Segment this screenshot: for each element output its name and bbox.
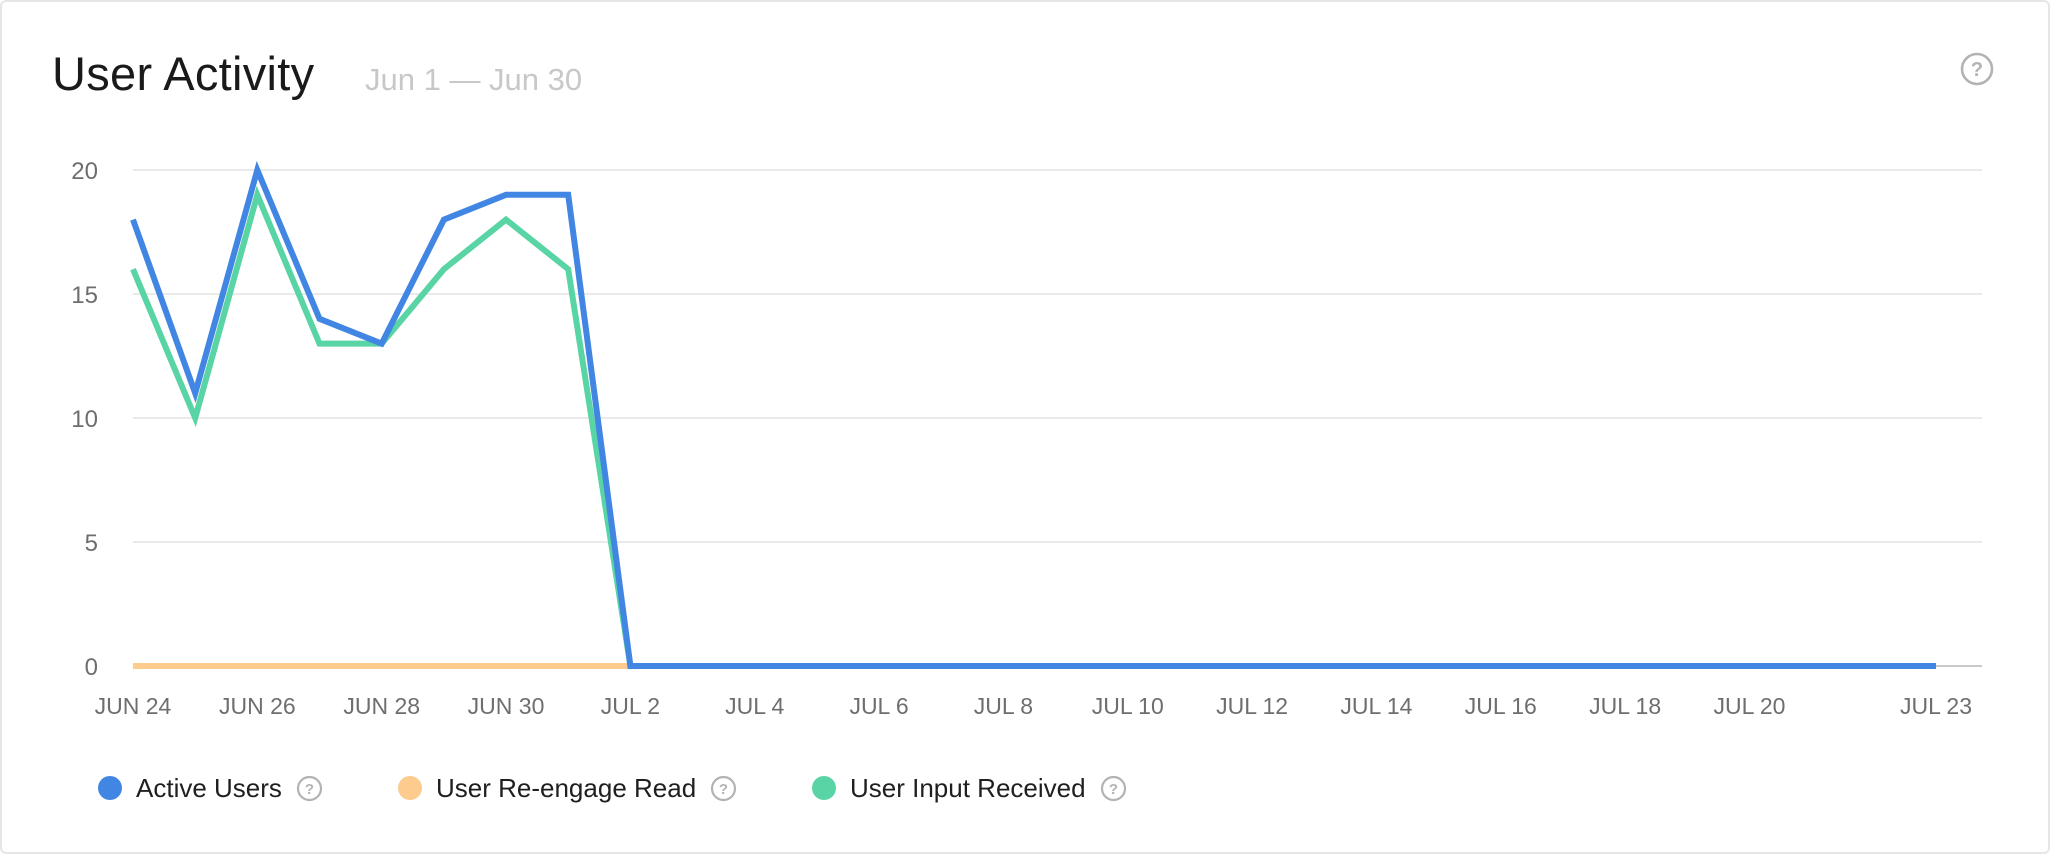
- x-tick-label: JUL 16: [1465, 693, 1537, 719]
- x-tick-label: JUL 6: [849, 693, 908, 719]
- x-tick-label: JUL 18: [1589, 693, 1661, 719]
- y-tick-label: 0: [85, 654, 98, 681]
- svg-text:?: ?: [1108, 781, 1117, 798]
- legend-item-user-input-received[interactable]: User Input Received ?: [812, 770, 1127, 806]
- x-tick-label: JUL 14: [1340, 693, 1412, 719]
- x-tick-label: JUN 26: [219, 693, 296, 719]
- line-chart: 05101520 JUN 24 JUN 26 JUN 28 JUN 30 JUL 2 JU…: [71, 158, 1982, 719]
- svg-text:?: ?: [305, 781, 314, 798]
- svg-text:?: ?: [719, 781, 728, 798]
- x-tick-label: JUL 4: [725, 693, 784, 719]
- y-axis-ticks: 0 5 10 15 20: [71, 158, 98, 681]
- help-icon[interactable]: ?: [1100, 775, 1127, 802]
- help-icon[interactable]: ?: [710, 775, 737, 802]
- x-tick-label: JUL 23: [1900, 693, 1972, 719]
- y-tick-label: 20: [71, 158, 98, 185]
- y-tick-label: 5: [85, 530, 98, 557]
- y-tick-label: 10: [71, 406, 98, 433]
- active-users-dot-icon: [98, 776, 122, 800]
- legend-label: User Re-engage Read: [436, 772, 697, 803]
- x-tick-label: JUL 12: [1216, 693, 1288, 719]
- help-icon[interactable]: ?: [296, 775, 323, 802]
- legend-item-active-users[interactable]: Active Users ?: [98, 770, 323, 806]
- legend-item-user-reengage-read[interactable]: User Re-engage Read ?: [398, 770, 737, 806]
- grid-lines: [133, 169, 1982, 667]
- user-reengage-read-dot-icon: [398, 776, 422, 800]
- x-tick-label: JUL 20: [1713, 693, 1785, 719]
- series-line-user-input-received: [130, 185, 1936, 669]
- x-tick-label: JUN 24: [95, 693, 172, 719]
- user-input-received-dot-icon: [812, 776, 836, 800]
- legend-label: Active Users: [136, 772, 282, 803]
- y-tick-label: 15: [71, 282, 98, 309]
- x-tick-label: JUN 30: [468, 693, 545, 719]
- legend-label: User Input Received: [850, 772, 1086, 803]
- x-axis-ticks: JUN 24 JUN 26 JUN 28 JUN 30 JUL 2 JUL 4 JUL 6 J…: [95, 693, 1972, 719]
- x-tick-label: JUL 8: [974, 693, 1033, 719]
- x-tick-label: JUN 28: [343, 693, 420, 719]
- x-tick-label: JUL 2: [601, 693, 660, 719]
- x-tick-label: JUL 10: [1092, 693, 1164, 719]
